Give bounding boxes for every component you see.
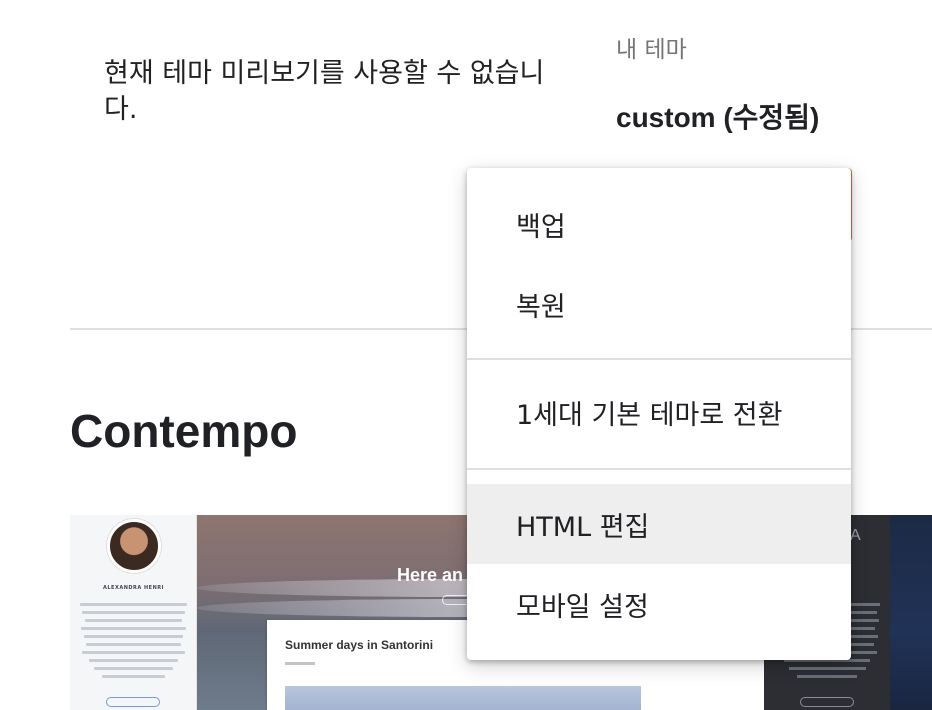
preview-unavailable-message: 현재 테마 미리보기를 사용할 수 없습니다.: [104, 58, 545, 125]
thumbnail-dark-hero: [890, 515, 932, 710]
thumbnail-dark-visit-pill: [800, 697, 854, 707]
menu-item-backup[interactable]: 백업: [467, 184, 851, 264]
avatar: [107, 519, 161, 573]
thumbnail-bio-lines: [78, 603, 189, 683]
thumbnail-author: ALEXANDRA HENRI: [103, 585, 164, 591]
menu-divider: [467, 358, 851, 360]
thumbnail-post-date: [285, 662, 315, 665]
theme-title: Contempo: [70, 405, 298, 457]
menu-divider: [467, 468, 851, 470]
menu-item-restore[interactable]: 복원: [467, 264, 851, 344]
thumbnail-sidebar: ALEXANDRA HENRI: [70, 515, 197, 710]
menu-item-edit-html[interactable]: HTML 편집: [467, 484, 851, 564]
thumbnail-visit-pill: [106, 697, 160, 707]
thumbnail-post-image: [285, 686, 641, 710]
menu-item-switch-classic-theme[interactable]: 1세대 기본 테마로 전환: [467, 372, 851, 452]
my-theme-name: custom (수정됨): [616, 102, 820, 133]
menu-item-mobile-settings[interactable]: 모바일 설정: [467, 564, 851, 644]
thumbnail-hero-title: Here an: [397, 565, 464, 585]
theme-options-menu: 백업 복원 1세대 기본 테마로 전환 HTML 편집 모바일 설정: [467, 168, 851, 660]
thumbnail-post-title: Summer days in Santorini: [285, 638, 434, 652]
my-theme-label: 내 테마: [616, 37, 687, 63]
thumbnail-dark-letter: A: [850, 527, 861, 544]
